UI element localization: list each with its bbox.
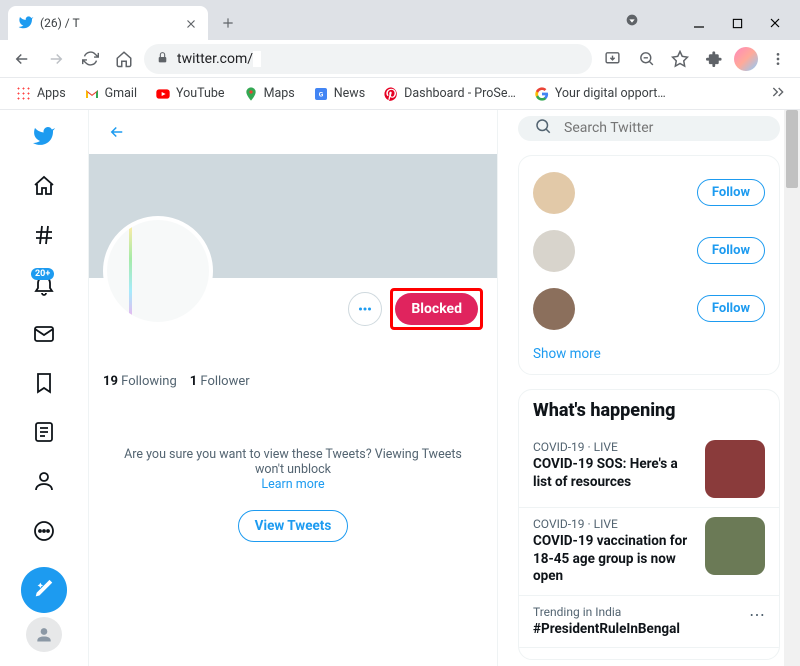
whats-happening: What's happening COVID-19 · LIVECOVID-19… bbox=[518, 389, 780, 660]
notification-badge: 20+ bbox=[31, 268, 54, 280]
google-icon bbox=[534, 86, 550, 102]
bookmark-apps[interactable]: Apps bbox=[10, 82, 72, 106]
nav-more[interactable] bbox=[21, 508, 67, 553]
profile-stats: 19 Following 1 Follower bbox=[89, 330, 497, 397]
suggested-user[interactable]: Follow bbox=[533, 280, 765, 338]
window-titlebar: (26) / T bbox=[0, 0, 800, 40]
maximize-button[interactable] bbox=[730, 16, 744, 30]
suggested-user[interactable]: Follow bbox=[533, 164, 765, 222]
trend-thumb bbox=[705, 517, 765, 575]
bookmark-star-icon[interactable] bbox=[666, 45, 694, 73]
bookmark-news[interactable]: GNews bbox=[307, 82, 371, 106]
new-tab-button[interactable] bbox=[214, 9, 242, 37]
nav-explore[interactable] bbox=[21, 213, 67, 258]
browser-toolbar: twitter.com/ bbox=[0, 40, 800, 78]
avatar bbox=[533, 288, 575, 330]
profile-column: Blocked 19 Following 1 Follower Are you … bbox=[88, 110, 498, 666]
twitter-logo[interactable] bbox=[21, 114, 67, 159]
bookmark-google[interactable]: Your digital opport… bbox=[528, 82, 672, 106]
trend-item[interactable]: Trending in India#PresidentRuleInBengal … bbox=[519, 595, 779, 648]
apps-grid-icon bbox=[16, 86, 32, 102]
scrollbar-thumb[interactable] bbox=[786, 110, 798, 188]
nav-messages[interactable] bbox=[21, 311, 67, 356]
address-bar[interactable]: twitter.com/ bbox=[144, 44, 592, 74]
profile-actions-row: Blocked bbox=[89, 278, 497, 330]
home-button[interactable] bbox=[110, 45, 138, 73]
gmail-icon bbox=[84, 86, 100, 102]
search-input[interactable] bbox=[564, 120, 764, 136]
nav-notifications[interactable]: 20+ bbox=[21, 262, 67, 307]
profile-avatar[interactable] bbox=[103, 216, 213, 326]
avatar bbox=[533, 172, 575, 214]
forward-button bbox=[42, 45, 70, 73]
trend-thumb bbox=[705, 440, 765, 498]
browser-tab[interactable]: (26) / T bbox=[8, 6, 208, 40]
zoom-icon[interactable] bbox=[632, 45, 660, 73]
nav-profile[interactable] bbox=[21, 459, 67, 504]
maps-icon bbox=[243, 86, 259, 102]
compose-tweet-button[interactable] bbox=[21, 567, 67, 612]
bookmark-gmail[interactable]: Gmail bbox=[78, 82, 143, 106]
back-arrow-button[interactable] bbox=[101, 116, 133, 148]
menu-icon[interactable] bbox=[764, 45, 792, 73]
bookmark-maps[interactable]: Maps bbox=[237, 82, 301, 106]
trend-item[interactable]: Trending in India#CancelIPLTrending with… bbox=[519, 647, 779, 660]
svg-text:G: G bbox=[318, 90, 323, 98]
minimize-button[interactable] bbox=[692, 16, 706, 30]
twitter-icon bbox=[18, 15, 34, 31]
happening-heading: What's happening bbox=[519, 390, 779, 431]
trend-item[interactable]: COVID-19 · LIVECOVID-19 vaccination for … bbox=[519, 507, 779, 595]
youtube-icon bbox=[155, 86, 171, 102]
view-tweets-button[interactable]: View Tweets bbox=[238, 510, 349, 542]
avatar bbox=[533, 230, 575, 272]
left-nav: 20+ bbox=[0, 110, 88, 666]
profile-header bbox=[89, 110, 497, 154]
pinterest-icon bbox=[383, 86, 399, 102]
profile-avatar-icon[interactable] bbox=[734, 47, 758, 71]
nav-bookmarks[interactable] bbox=[21, 360, 67, 405]
following-stat[interactable]: 19 Following bbox=[103, 374, 177, 389]
incognito-icon bbox=[624, 12, 640, 32]
follow-button[interactable]: Follow bbox=[697, 237, 765, 264]
blocked-highlight: Blocked bbox=[390, 288, 483, 330]
follow-button[interactable]: Follow bbox=[697, 295, 765, 322]
right-column: Follow Follow Follow Show more What's ha… bbox=[498, 110, 800, 666]
trend-more-icon[interactable]: ⋯ bbox=[749, 657, 765, 660]
search-box[interactable] bbox=[518, 116, 780, 141]
search-icon bbox=[534, 117, 552, 139]
page-viewport: 20+ Blocked 19 Following 1 Follower bbox=[0, 110, 800, 666]
bookmark-youtube[interactable]: YouTube bbox=[149, 82, 231, 106]
nav-lists[interactable] bbox=[21, 410, 67, 455]
followers-stat[interactable]: 1 Follower bbox=[190, 374, 250, 389]
tab-title: (26) / T bbox=[40, 16, 178, 30]
reload-button[interactable] bbox=[76, 45, 104, 73]
show-more-link[interactable]: Show more bbox=[533, 338, 765, 366]
more-actions-button[interactable] bbox=[348, 292, 382, 326]
lock-icon bbox=[156, 51, 169, 67]
news-icon: G bbox=[313, 86, 329, 102]
confirm-text: Are you sure you want to view these Twee… bbox=[109, 447, 477, 477]
trend-more-icon[interactable]: ⋯ bbox=[749, 605, 765, 624]
blocked-confirm-zone: Are you sure you want to view these Twee… bbox=[89, 417, 497, 572]
trend-item[interactable]: COVID-19 · LIVECOVID-19 SOS: Here's a li… bbox=[519, 431, 779, 507]
who-to-follow: Follow Follow Follow Show more bbox=[518, 155, 780, 375]
follow-button[interactable]: Follow bbox=[697, 179, 765, 206]
nav-home[interactable] bbox=[21, 163, 67, 208]
learn-more-link[interactable]: Learn more bbox=[109, 477, 477, 492]
install-app-icon[interactable] bbox=[598, 45, 626, 73]
bookmarks-bar: Apps Gmail YouTube Maps GNews Dashboard … bbox=[0, 78, 800, 110]
close-tab-icon[interactable] bbox=[184, 16, 198, 30]
scrollbar-track[interactable] bbox=[784, 110, 800, 666]
bookmarks-overflow[interactable] bbox=[766, 80, 790, 108]
url-text: twitter.com/ bbox=[177, 51, 261, 67]
account-switcher[interactable] bbox=[26, 617, 62, 652]
back-button[interactable] bbox=[8, 45, 36, 73]
extensions-icon[interactable] bbox=[700, 45, 728, 73]
blocked-button[interactable]: Blocked bbox=[395, 293, 478, 325]
suggested-user[interactable]: Follow bbox=[533, 222, 765, 280]
close-window-button[interactable] bbox=[768, 16, 782, 30]
bookmark-pinterest[interactable]: Dashboard - ProSe… bbox=[377, 82, 522, 106]
